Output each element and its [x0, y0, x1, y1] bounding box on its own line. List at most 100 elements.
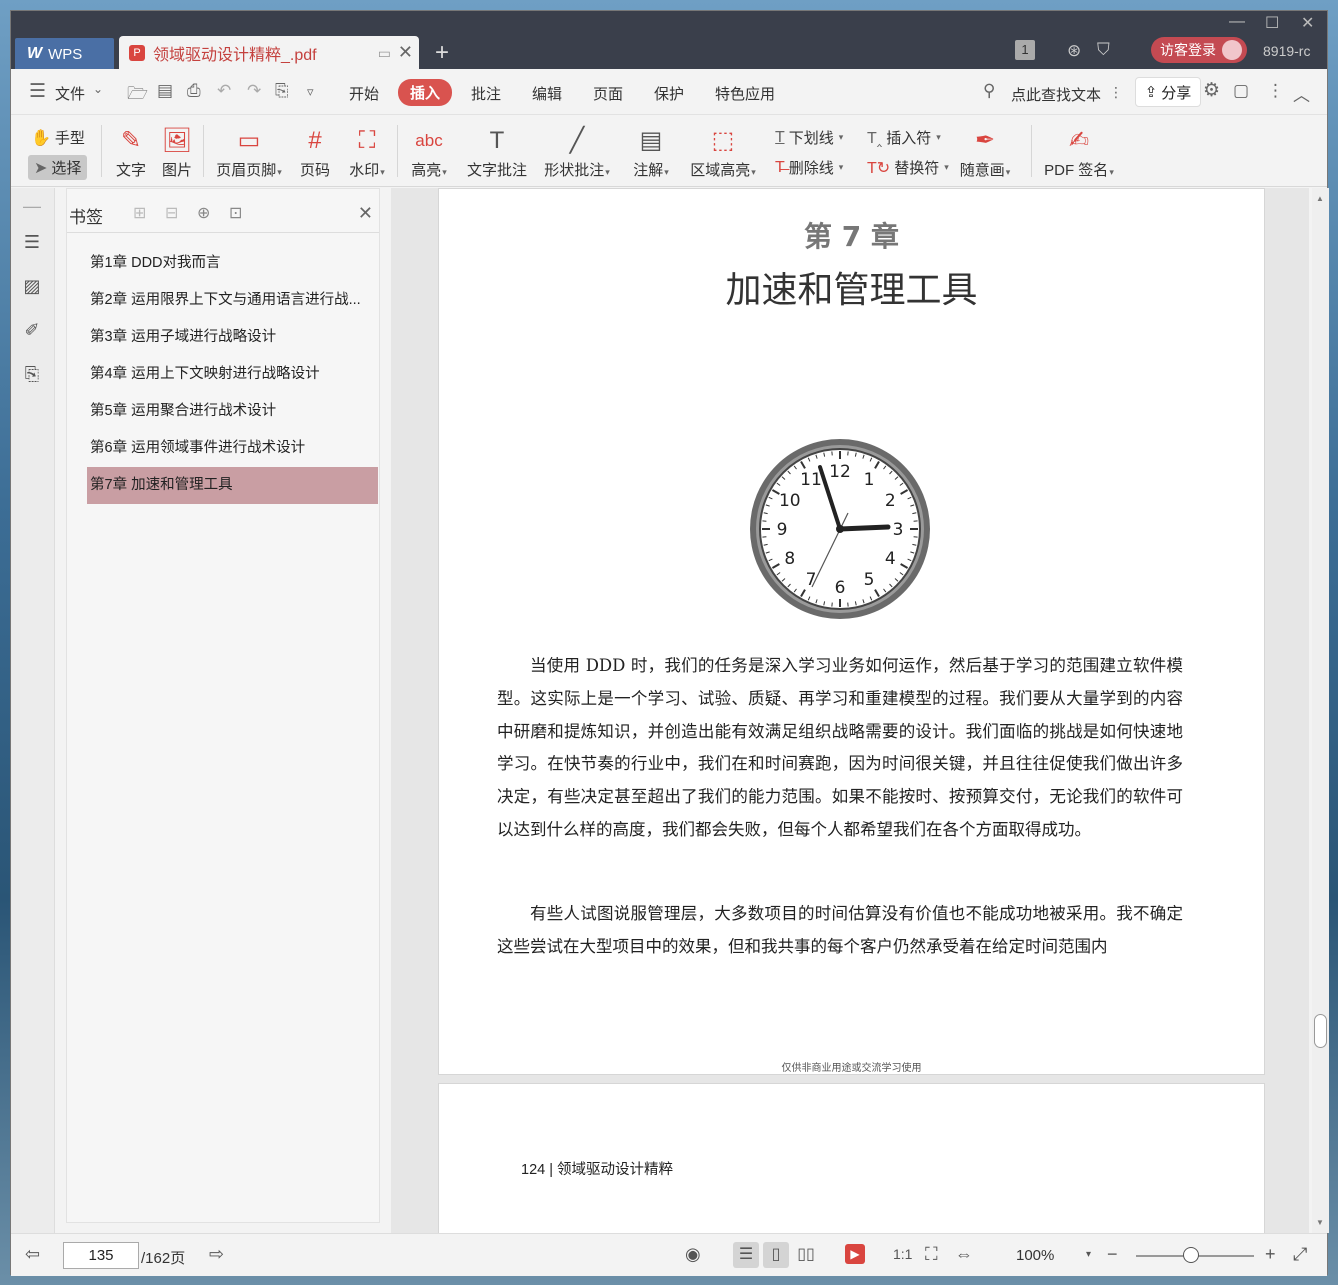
- bookmark-item[interactable]: 第6章 运用领域事件进行战术设计: [87, 430, 378, 467]
- search-more-icon[interactable]: ⋮: [1109, 84, 1123, 101]
- scroll-down-icon[interactable]: ▼: [1316, 1218, 1324, 1227]
- chevron-down-icon[interactable]: ⌄: [93, 82, 103, 96]
- bookmark-item-selected[interactable]: 第7章 加速和管理工具: [87, 467, 378, 504]
- page-number-input[interactable]: 135: [63, 1242, 139, 1269]
- close-window-icon[interactable]: ✕: [1301, 13, 1314, 33]
- undo-icon[interactable]: ↶: [217, 81, 231, 101]
- more-vertical-icon[interactable]: ⋮: [1267, 81, 1284, 101]
- collapse-ribbon-icon[interactable]: ︿: [1293, 81, 1310, 106]
- play-slideshow-icon[interactable]: ▶: [845, 1244, 865, 1264]
- pen-icon: ✒: [974, 127, 996, 154]
- comment-icon[interactable]: ▢: [1233, 81, 1249, 101]
- print-icon[interactable]: ⎙: [187, 81, 201, 101]
- bookmark-item[interactable]: 第4章 运用上下文映射进行战略设计: [87, 356, 378, 393]
- pdf-page: 第 7 章 加速和管理工具 12 1 2 3 4 5 6 7 8 9 10 11 当使用 DDD 时，…: [438, 188, 1265, 1075]
- menu-comment[interactable]: 批注: [471, 83, 501, 104]
- window-count-badge[interactable]: 1: [1015, 40, 1035, 60]
- menu-start[interactable]: 开始: [349, 83, 379, 104]
- skin-icon[interactable]: ⊛: [1067, 41, 1081, 61]
- wps-home-tab[interactable]: W WPS: [15, 38, 114, 70]
- speech-bubble-icon: ▤: [639, 127, 663, 154]
- minimize-icon[interactable]: —: [1229, 13, 1245, 31]
- wps-tab-label: WPS: [48, 45, 83, 63]
- document-viewer[interactable]: 第 7 章 加速和管理工具 12 1 2 3 4 5 6 7 8 9 10 11 当使用 DDD 时，…: [391, 188, 1309, 1233]
- search-text-button[interactable]: 点此查找文本: [1011, 84, 1101, 105]
- zoom-slider-knob[interactable]: [1183, 1247, 1199, 1263]
- open-folder-icon[interactable]: 🗁: [127, 81, 148, 110]
- menu-special[interactable]: 特色应用: [715, 83, 775, 104]
- underline-button[interactable]: T̲ 下划线 ▾: [775, 127, 843, 148]
- total-pages-label: /162页: [141, 1250, 186, 1267]
- save-icon[interactable]: ▤: [157, 81, 173, 101]
- close-panel-icon[interactable]: ✕: [358, 203, 373, 224]
- single-page-view-icon[interactable]: ▯: [763, 1242, 789, 1268]
- freehand-button[interactable]: ✒ 随意画▾: [955, 125, 1015, 180]
- shape-note-button[interactable]: ╱ 形状批注▾: [541, 125, 613, 180]
- close-tab-icon[interactable]: ✕: [398, 42, 413, 63]
- collapse-all-icon[interactable]: ⊟: [165, 203, 178, 223]
- bookmark-list-icon[interactable]: ☰: [22, 232, 42, 252]
- more-quick-icon[interactable]: ▿: [307, 84, 314, 100]
- insert-mark-button[interactable]: T‸ 插入符 ▾: [867, 127, 941, 148]
- menu-protect[interactable]: 保护: [654, 83, 684, 104]
- redo-icon[interactable]: ↷: [247, 81, 261, 101]
- replace-mark-button[interactable]: T↻ 替换符 ▾: [867, 157, 949, 178]
- watermark-button[interactable]: ⛶ 水印▾: [345, 125, 389, 180]
- header-footer-button[interactable]: ▭ 页眉页脚▾: [211, 125, 287, 180]
- bookmark-item[interactable]: 第5章 运用聚合进行战术设计: [87, 393, 378, 430]
- file-menu[interactable]: 文件: [55, 83, 85, 104]
- menu-page[interactable]: 页面: [593, 83, 623, 104]
- text-note-button[interactable]: T 文字批注: [465, 125, 529, 180]
- strikethrough-button[interactable]: T̶ 删除线 ▾: [775, 157, 843, 178]
- settings-gear-icon[interactable]: ⚙: [1203, 79, 1220, 102]
- hamburger-menu-icon[interactable]: ☰: [29, 80, 46, 103]
- menu-insert[interactable]: 插入: [398, 79, 453, 106]
- share-button[interactable]: ⇪ 分享: [1135, 77, 1201, 107]
- bookmark-item[interactable]: 第2章 运用限界上下文与通用语言进行战...: [87, 282, 378, 319]
- actual-size-icon[interactable]: 1:1: [893, 1246, 912, 1262]
- highlight-button[interactable]: abc 高亮▾: [407, 125, 451, 180]
- two-page-view-icon[interactable]: ▯▯: [793, 1242, 819, 1268]
- annotation-button[interactable]: ▤ 注解▾: [629, 125, 673, 180]
- search-icon[interactable]: ⚲: [983, 81, 995, 101]
- maximize-icon[interactable]: ☐: [1265, 13, 1279, 33]
- fit-page-icon[interactable]: ⛶: [925, 1244, 938, 1265]
- insert-image-button[interactable]: 🖼 图片: [159, 125, 195, 180]
- signature-panel-icon[interactable]: ⎘: [22, 364, 42, 384]
- watermark-label: 水印▾: [349, 162, 385, 179]
- bookmark-item[interactable]: 第1章 DDD对我而言: [87, 245, 378, 282]
- menu-edit[interactable]: 编辑: [532, 83, 562, 104]
- prev-page-icon[interactable]: ⇦: [25, 1244, 40, 1265]
- add-bookmark-icon[interactable]: ⊕: [197, 203, 210, 223]
- zoom-dropdown-icon[interactable]: ▾: [1086, 1249, 1091, 1260]
- zoom-level[interactable]: 100%: [1016, 1247, 1054, 1264]
- bookmark-options-icon[interactable]: ⊡: [229, 203, 242, 223]
- scroll-thumb[interactable]: [1314, 1014, 1327, 1048]
- annotation-list-icon[interactable]: ✐: [22, 320, 42, 340]
- export-icon[interactable]: ⎘: [275, 81, 289, 101]
- pdf-sign-button[interactable]: ✍ PDF 签名▾: [1041, 125, 1117, 180]
- page-number-button[interactable]: # 页码: [297, 125, 333, 180]
- insert-text-button[interactable]: ✎ 文字: [113, 125, 149, 180]
- shirt-icon[interactable]: ⛉: [1097, 40, 1110, 60]
- vertical-scrollbar[interactable]: ▲ ▼: [1312, 188, 1329, 1233]
- zoom-out-icon[interactable]: −: [1107, 1244, 1118, 1265]
- select-tool-button[interactable]: ➤ 选择: [28, 155, 88, 180]
- thumbnail-image-icon[interactable]: ▨: [22, 276, 42, 296]
- fullscreen-icon[interactable]: ⤢: [1293, 1244, 1307, 1265]
- expand-all-icon[interactable]: ⊞: [133, 203, 146, 223]
- continuous-view-icon[interactable]: ☰: [733, 1242, 759, 1268]
- pin-tab-icon[interactable]: ▭: [378, 45, 391, 62]
- new-tab-button[interactable]: +: [435, 39, 449, 67]
- zoom-in-icon[interactable]: +: [1265, 1244, 1276, 1265]
- scroll-up-icon[interactable]: ▲: [1316, 194, 1324, 203]
- area-highlight-button[interactable]: ⬚ 区域高亮▾: [687, 125, 759, 180]
- hand-tool-button[interactable]: ✋ 手型: [31, 127, 85, 148]
- fit-width-icon[interactable]: ⇔: [955, 1244, 973, 1265]
- strip-grip-icon: —: [23, 196, 41, 216]
- visitor-login-button[interactable]: 访客登录: [1151, 37, 1247, 63]
- document-tab[interactable]: P 领域驱动设计精粹_.pdf ▭ ✕: [119, 36, 419, 70]
- bookmark-item[interactable]: 第3章 运用子域进行战略设计: [87, 319, 378, 356]
- next-page-icon[interactable]: ⇨: [209, 1244, 224, 1265]
- eye-protection-icon[interactable]: ◉: [685, 1244, 701, 1265]
